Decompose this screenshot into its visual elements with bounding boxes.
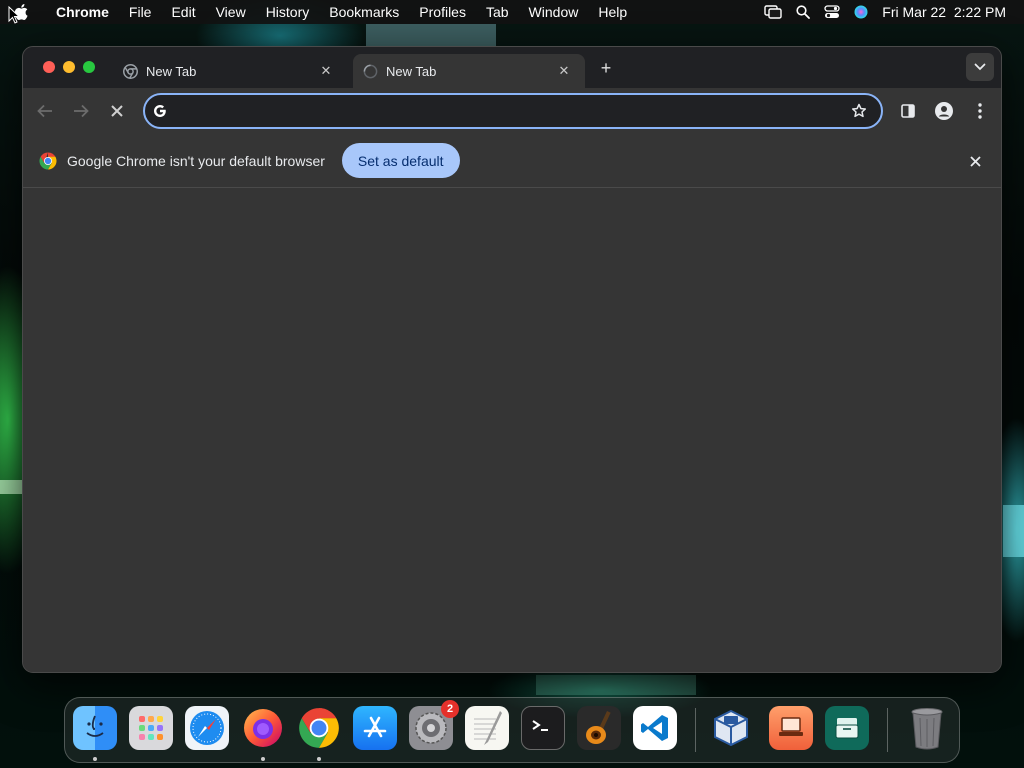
side-panel-icon <box>901 104 915 118</box>
stop-loading-button[interactable] <box>103 97 131 125</box>
chevron-down-icon <box>974 63 986 71</box>
menu-edit[interactable]: Edit <box>161 0 205 24</box>
spotlight-search-icon[interactable] <box>796 5 811 19</box>
tab-strip: New Tab ✕ New Tab ✕ + <box>23 47 1001 88</box>
dock-separator <box>695 708 696 752</box>
trash-icon[interactable] <box>905 706 949 750</box>
close-tab-icon[interactable]: ✕ <box>555 62 573 80</box>
set-as-default-button[interactable]: Set as default <box>341 143 460 178</box>
wallpaper-stripe <box>366 24 496 46</box>
chrome-logo-icon <box>39 152 57 170</box>
menubar-clock[interactable]: Fri Mar 22 2:22 PM <box>882 4 1006 20</box>
launchpad-icon[interactable] <box>129 706 173 750</box>
close-tab-icon[interactable]: ✕ <box>317 62 335 80</box>
laptop-app-icon[interactable] <box>769 706 813 750</box>
macos-dock: 2 <box>64 697 960 763</box>
zoom-window-button[interactable] <box>83 61 95 73</box>
macos-menubar: Chrome File Edit View History Bookmarks … <box>0 0 1024 24</box>
screen-mirroring-icon[interactable] <box>764 5 782 19</box>
siri-icon[interactable] <box>854 5 868 19</box>
menu-help[interactable]: Help <box>588 0 637 24</box>
wallpaper-stripe <box>536 675 696 695</box>
safari-icon[interactable] <box>185 706 229 750</box>
running-indicator <box>317 757 321 761</box>
menu-window[interactable]: Window <box>519 0 589 24</box>
tab-title: New Tab <box>146 63 197 79</box>
address-input[interactable] <box>173 103 851 119</box>
running-indicator <box>261 757 265 761</box>
wallpaper-stripe <box>1003 505 1024 557</box>
tab-title: New Tab <box>386 63 437 79</box>
chrome-window: New Tab ✕ New Tab ✕ + Google Chrome isn'… <box>22 46 1002 673</box>
page-content-area[interactable] <box>23 189 1001 672</box>
menu-history[interactable]: History <box>256 0 320 24</box>
close-icon <box>111 105 123 117</box>
chrome-icon[interactable] <box>297 706 341 750</box>
tab-new-tab-1[interactable]: New Tab ✕ <box>115 54 347 88</box>
arrow-left-icon <box>37 104 52 118</box>
menu-tab[interactable]: Tab <box>476 0 519 24</box>
firefox-icon[interactable] <box>241 706 285 750</box>
menu-profiles[interactable]: Profiles <box>409 0 476 24</box>
profile-avatar-icon <box>935 102 953 120</box>
notification-badge: 2 <box>441 700 459 718</box>
wallpaper-stripe <box>0 480 22 494</box>
chrome-icon <box>123 63 138 79</box>
settings-icon[interactable]: 2 <box>409 700 459 750</box>
dock-separator <box>887 708 888 752</box>
tab-search-button[interactable] <box>966 53 994 81</box>
close-infobar-button[interactable] <box>965 151 985 171</box>
vscode-icon[interactable] <box>633 706 677 750</box>
menu-file[interactable]: File <box>119 0 162 24</box>
address-bar[interactable] <box>143 93 883 129</box>
menu-bookmarks[interactable]: Bookmarks <box>319 0 409 24</box>
arrow-right-icon <box>74 104 89 118</box>
menu-view[interactable]: View <box>206 0 256 24</box>
loading-spinner-icon <box>363 64 378 79</box>
app-store-icon[interactable] <box>353 706 397 750</box>
textedit-icon[interactable] <box>465 706 509 750</box>
finder-icon[interactable] <box>73 706 117 750</box>
side-panel-button[interactable] <box>894 97 922 125</box>
chrome-menu-button[interactable] <box>966 97 994 125</box>
terminal-icon[interactable] <box>521 706 565 750</box>
infobar-message: Google Chrome isn't your default browser <box>67 152 325 169</box>
menubar-status-area: Fri Mar 22 2:22 PM <box>764 0 1006 24</box>
mouse-cursor-icon <box>8 6 20 24</box>
minimize-window-button[interactable] <box>63 61 75 73</box>
garageband-icon[interactable] <box>577 706 621 750</box>
virtualbox-icon[interactable] <box>709 706 753 750</box>
close-icon <box>969 155 981 167</box>
bookmark-star-icon[interactable] <box>851 103 867 119</box>
back-button[interactable] <box>31 97 59 125</box>
forward-button[interactable] <box>67 97 95 125</box>
close-window-button[interactable] <box>43 61 55 73</box>
running-indicator <box>93 757 97 761</box>
tab-new-tab-2[interactable]: New Tab ✕ <box>353 54 585 88</box>
control-center-icon[interactable] <box>824 5 840 19</box>
browser-toolbar <box>23 88 1001 134</box>
storage-app-icon[interactable] <box>825 706 869 750</box>
new-tab-button[interactable]: + <box>595 57 617 79</box>
default-browser-infobar: Google Chrome isn't your default browser… <box>23 134 1001 188</box>
profile-button[interactable] <box>930 97 958 125</box>
more-vertical-icon <box>978 103 982 119</box>
google-g-icon <box>153 104 167 118</box>
menu-app-name[interactable]: Chrome <box>46 0 119 24</box>
